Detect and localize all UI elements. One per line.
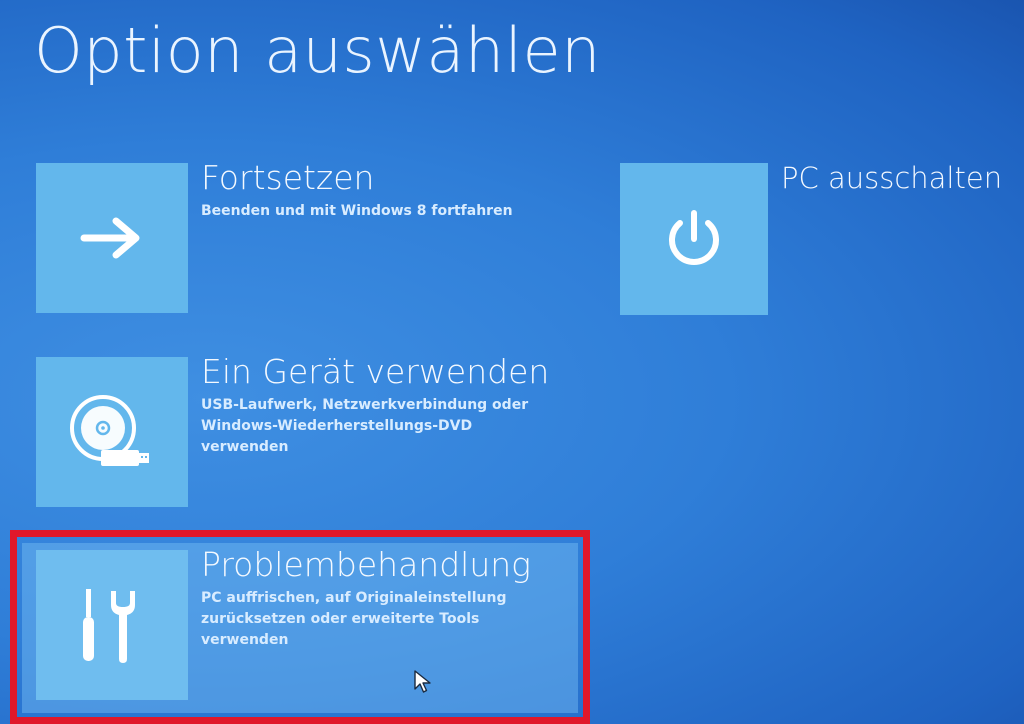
mouse-cursor-icon [414, 670, 431, 693]
option-title: Problembehandlung [201, 545, 531, 584]
page-title: Option auswählen [34, 14, 601, 87]
arrow-right-icon [80, 217, 140, 259]
option-shutdown[interactable]: PC ausschalten [620, 161, 1002, 315]
option-continue[interactable]: Fortsetzen Beenden und mit Windows 8 for… [36, 158, 551, 313]
disc-usb-icon [70, 395, 149, 466]
shutdown-tile[interactable] [620, 163, 768, 315]
option-description: USB-Laufwerk, Netzwerkverbindung oder Wi… [201, 397, 529, 455]
power-icon [669, 210, 719, 265]
option-troubleshoot[interactable]: Problembehandlung PC auffrischen, auf Or… [36, 545, 551, 700]
use-device-tile[interactable] [36, 357, 188, 507]
continue-tile[interactable] [36, 163, 188, 313]
option-title: Ein Gerät verwenden [201, 352, 550, 391]
troubleshoot-tile[interactable] [36, 550, 188, 700]
tools-icon [83, 589, 135, 663]
option-description: Beenden und mit Windows 8 fortfahren [201, 203, 513, 219]
option-use-device[interactable]: Ein Gerät verwenden USB-Laufwerk, Netzwe… [36, 352, 551, 507]
option-title: PC ausschalten [781, 161, 1003, 195]
option-description: PC auffrischen, auf Originaleinstellung … [201, 590, 507, 648]
option-title: Fortsetzen [201, 158, 375, 197]
